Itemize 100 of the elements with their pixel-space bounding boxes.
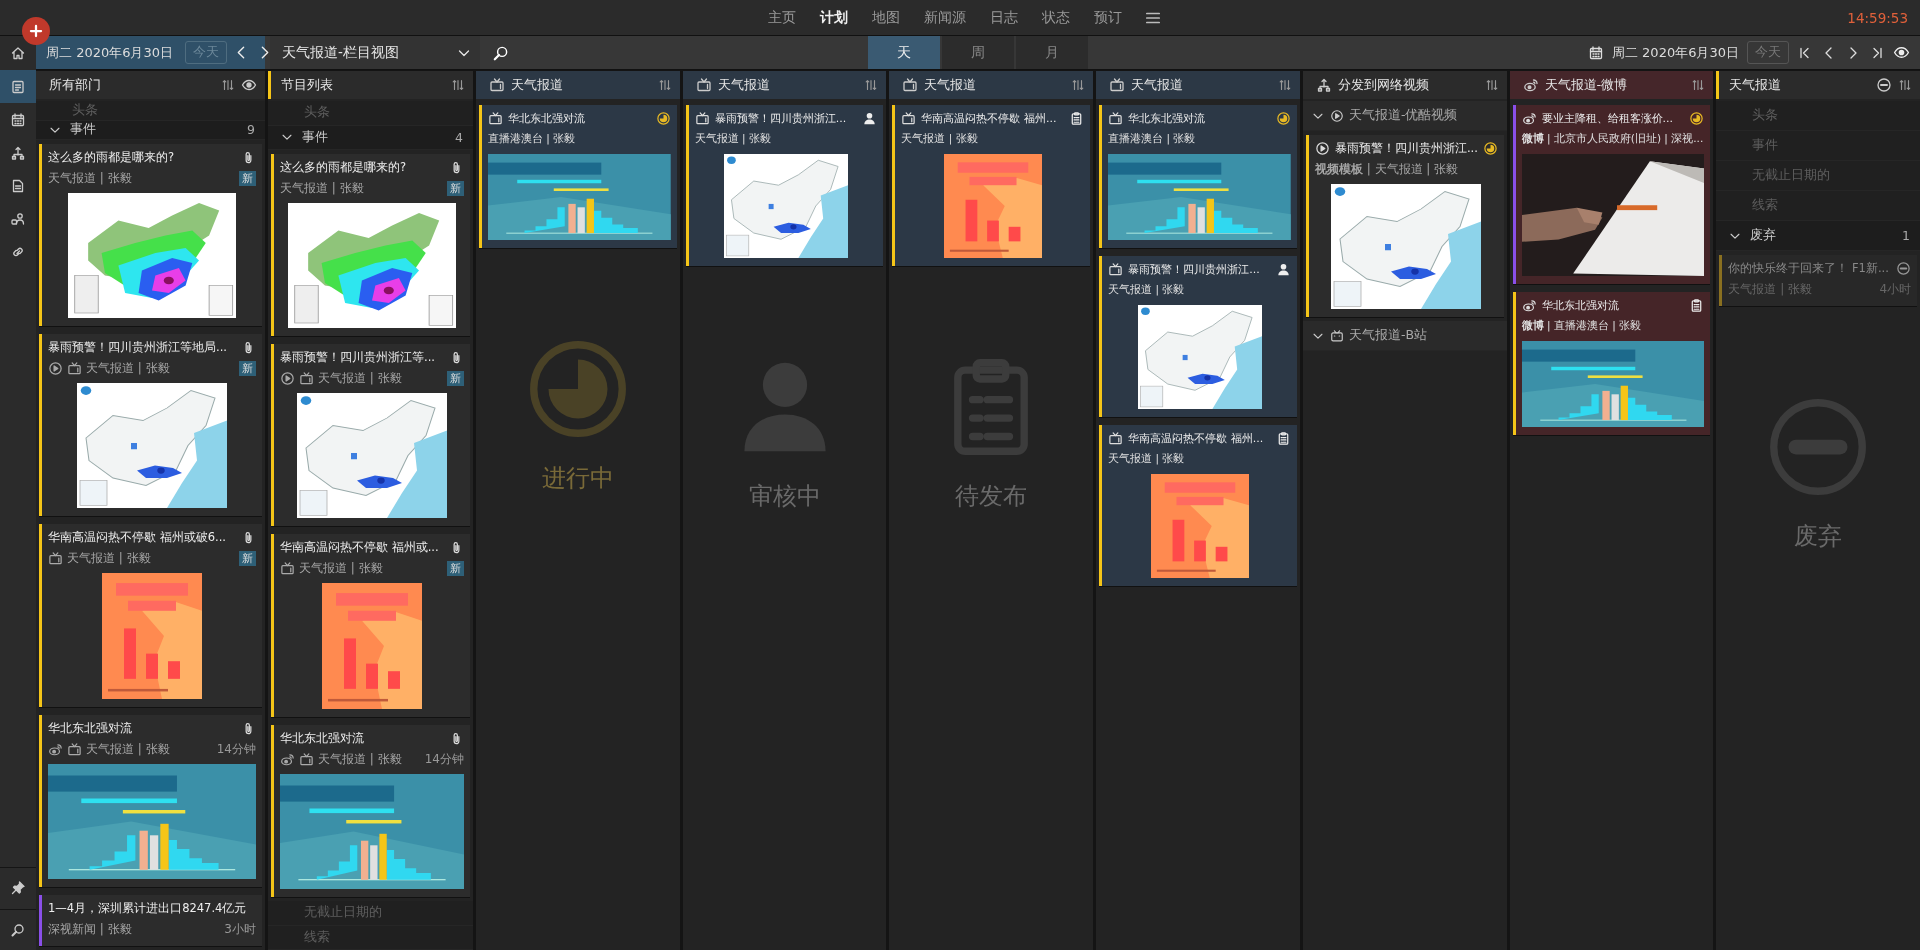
view-tab[interactable]: 月 (1016, 36, 1088, 69)
tv-icon (67, 360, 82, 376)
story-card[interactable]: 暴雨预警！四川贵州浙江... 天气报道 | 张毅 (685, 105, 884, 266)
story-meta: 天气报道 | 张毅 (48, 169, 132, 187)
story-card[interactable]: 暴雨预警！四川贵州浙江... 天气报道 | 张毅 (1099, 256, 1297, 417)
story-meta: 天气报道 | 张毅 (86, 359, 170, 377)
tv-icon (280, 560, 295, 576)
share-icon[interactable] (10, 144, 26, 161)
story-card[interactable]: 华北东北强对流 天气报道 | 张毅 14分钟 (271, 725, 470, 897)
story-title: 华北东北强对流 (1541, 298, 1620, 313)
minus-circle-icon[interactable] (1876, 77, 1893, 93)
nav-tab[interactable]: 日志 (980, 4, 1028, 31)
section-header[interactable]: 事件 4 (268, 125, 473, 150)
time-ago: 14分钟 (424, 750, 464, 768)
story-card[interactable]: 华北东北强对流 直播港澳台 | 张毅 (1099, 105, 1297, 248)
nav-tab[interactable]: 预订 (1084, 4, 1132, 31)
story-card[interactable]: 暴雨预警！四川贵州浙江等地局... 天气报道 | 张毅 新 (39, 334, 262, 516)
section-header[interactable]: 事件 9 (36, 120, 265, 140)
calendar-icon[interactable] (1587, 44, 1604, 61)
sort-icon[interactable] (1484, 78, 1499, 92)
sort-icon[interactable] (864, 78, 879, 92)
sort-icon[interactable] (1277, 78, 1292, 92)
calendar-icon[interactable] (10, 111, 26, 128)
play-icon (1314, 141, 1330, 156)
nav-tab[interactable]: 地图 (862, 4, 910, 31)
sort-icon[interactable] (1071, 78, 1086, 92)
nav-tab[interactable]: 主页 (758, 4, 806, 31)
column-title: 节目列表 (281, 76, 333, 94)
time-ago: 3小时 (224, 920, 256, 938)
story-card[interactable]: 华南高温闷热不停歇 福州... 天气报道 | 张毅 (892, 105, 1091, 266)
section-header[interactable]: 天气报道-优酷视频 (1302, 101, 1507, 131)
story-title: 暴雨预警！四川贵州浙江等... (280, 350, 436, 365)
sort-icon[interactable] (451, 78, 465, 92)
story-meta: 天气报道 | 张毅 (1108, 452, 1185, 466)
story-title: 暴雨预警！四川贵州浙江... (1128, 262, 1261, 277)
weibo-icon (1521, 111, 1537, 126)
story-card[interactable]: 你的快乐终于回来了！ F1新... 天气报道 | 张毅 4小时 (1719, 255, 1918, 306)
tv-icon (1108, 431, 1124, 446)
story-meta: 天气报道 | 张毅 (280, 179, 364, 197)
weibo-icon (48, 741, 63, 757)
tv-icon (1108, 111, 1124, 126)
column-title: 天气报道 (1131, 76, 1184, 94)
tv-icon (902, 77, 919, 93)
play-icon (280, 370, 295, 386)
story-card[interactable]: 华北东北强对流 直播港澳台 | 张毅 (479, 105, 677, 248)
story-card[interactable]: 暴雨预警！四川贵州浙江... 视频模板 | 天气报道 | 张毅 (1305, 135, 1504, 317)
story-card[interactable]: 华北东北强对流 天气报道 | 张毅 14分钟 (39, 715, 262, 887)
story-title: 华南高温闷热不停歇 福州... (921, 111, 1058, 126)
pin-icon[interactable] (10, 880, 26, 896)
story-title: 你的快乐终于回来了！ F1新... (1728, 261, 1890, 276)
nav-tab[interactable]: 计划 (810, 4, 858, 31)
story-meta: 天气报道 | 张毅 (1108, 283, 1185, 297)
nav-tab[interactable]: 状态 (1032, 4, 1080, 31)
eye-icon[interactable] (1893, 44, 1910, 61)
tv-icon (694, 111, 710, 126)
tv-icon (299, 370, 314, 386)
story-card[interactable]: 华南高温闷热不停歇 福州... 天气报道 | 张毅 (1099, 425, 1297, 586)
column-title: 天气报道 (717, 76, 770, 94)
eye-icon[interactable] (241, 77, 257, 93)
sort-icon[interactable] (1898, 78, 1913, 92)
play-icon (1329, 108, 1344, 123)
story-card[interactable]: 华南高温闷热不停歇 福州或破6... 天气报道 | 张毅 新 (39, 524, 262, 707)
tv-icon (1109, 77, 1126, 93)
story-title: 华南高温闷热不停歇 福州... (1128, 431, 1265, 446)
people-icon[interactable] (10, 210, 26, 227)
view-tab[interactable]: 周 (942, 36, 1014, 69)
story-card[interactable]: 暴雨预警！四川贵州浙江等... 天气报道 | 张毅 新 (271, 344, 470, 526)
sort-icon[interactable] (221, 78, 235, 92)
story-card[interactable]: 华北东北强对流 微博 | 直播港澳台 | 张毅 (1512, 292, 1711, 435)
sort-icon[interactable] (657, 78, 672, 92)
story-meta: 天气报道 | 张毅 (318, 750, 402, 768)
sort-icon[interactable] (1691, 78, 1706, 92)
plus-icon (27, 22, 45, 40)
section-header[interactable]: 天气报道-B站 (1302, 321, 1507, 351)
date-label: 周二 2020年6月30日 (46, 43, 174, 62)
story-meta: 微博 | 直播港澳台 | 张毅 (1521, 319, 1642, 333)
story-card[interactable]: 1—4月，深圳累计进出口8247.4亿元 深视新闻 | 张毅 3小时 (39, 895, 262, 946)
story-card[interactable]: 要业主降租、给租客涨价... 微博 | 北京市人民政府(旧址) | 深视... (1512, 105, 1711, 284)
view-tab[interactable]: 天 (868, 36, 940, 69)
story-card[interactable]: 这么多的雨都是哪来的? 天气报道 | 张毅 新 (271, 154, 470, 336)
tv-icon (488, 111, 503, 126)
story-meta: 天气报道 | 张毅 (318, 369, 402, 387)
new-badge: 新 (447, 560, 464, 576)
nav-tab[interactable]: 新闻源 (914, 4, 976, 31)
story-card[interactable]: 这么多的雨都是哪来的? 天气报道 | 张毅 新 (39, 144, 262, 326)
new-badge: 新 (239, 550, 256, 566)
story-meta: 直播港澳台 | 张毅 (1108, 132, 1196, 146)
search-icon[interactable] (10, 922, 26, 938)
tv-icon (299, 751, 314, 767)
story-meta: 天气报道 | 张毅 (86, 740, 170, 758)
story-title: 暴雨预警！四川贵州浙江... (1334, 141, 1478, 156)
story-title: 华南高温闷热不停歇 福州或破6... (48, 530, 227, 545)
program-dropdown[interactable]: 天气报道-栏目视图 (270, 36, 480, 69)
section-header[interactable]: 废弃 1 (1716, 221, 1920, 251)
file-icon[interactable] (10, 177, 26, 194)
story-title: 华北东北强对流 (48, 721, 133, 736)
tv-icon (1329, 328, 1344, 343)
story-meta: 直播港澳台 | 张毅 (488, 132, 576, 146)
document-icon[interactable] (10, 78, 26, 95)
story-card[interactable]: 华南高温闷热不停歇 福州或... 天气报道 | 张毅 新 (271, 534, 470, 717)
